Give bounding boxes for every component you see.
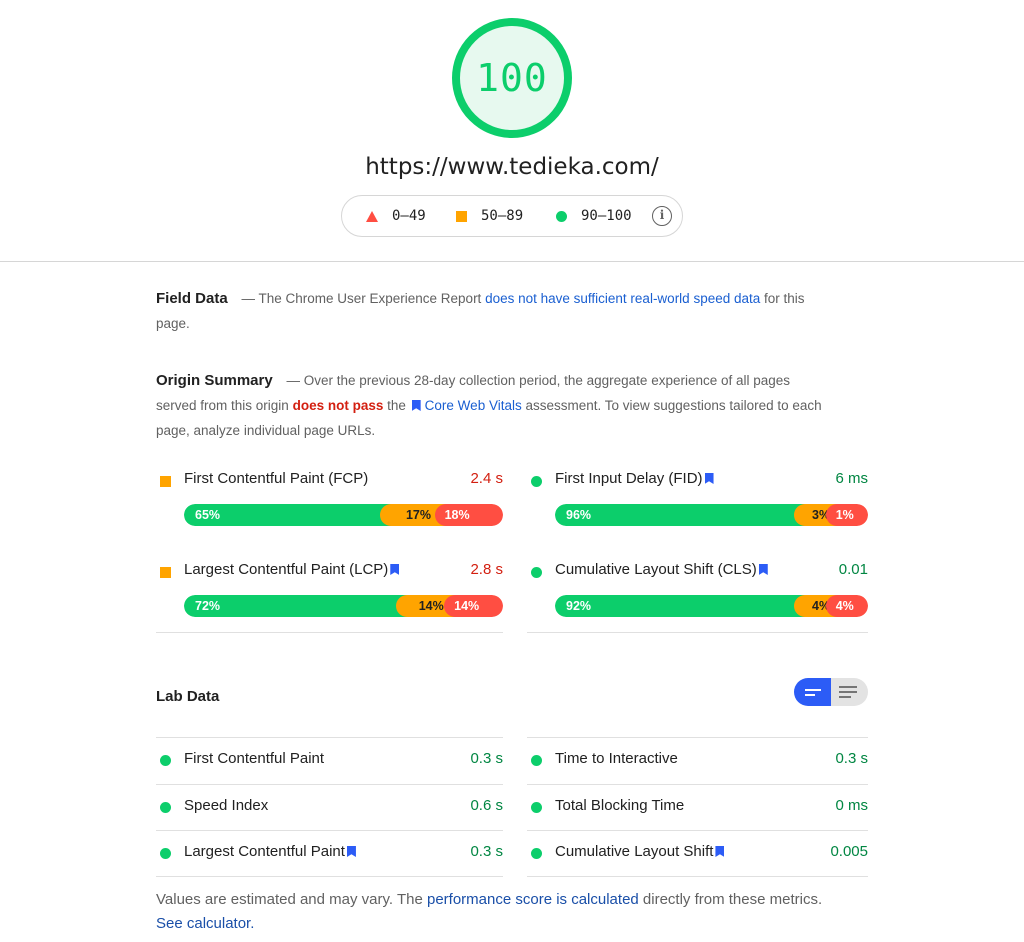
lab-metric-speed-index: Speed Index 0.6 s — [156, 784, 503, 830]
legend-fail: 0–49 — [366, 208, 426, 224]
metric-label: Largest Contentful Paint (LCP) — [184, 561, 403, 578]
metric-label: Cumulative Layout Shift (CLS) — [555, 561, 772, 578]
bookmark-icon — [390, 564, 400, 575]
circle-pass-icon — [160, 848, 171, 859]
metric-value: 0.3 s — [835, 750, 868, 767]
square-average-icon — [160, 567, 171, 578]
divider — [527, 876, 868, 877]
metric-label: Speed Index — [184, 797, 269, 814]
metric-label: First Input Delay (FID) — [555, 470, 718, 487]
core-web-vitals-label: Core Web Vitals — [424, 398, 522, 413]
distribution-poor: 4% — [825, 595, 868, 617]
lab-metric-tti: Time to Interactive 0.3 s — [527, 737, 868, 783]
legend-pass: 90–100 — [556, 208, 632, 224]
performance-score-link[interactable]: performance score is calculated — [427, 891, 639, 908]
performance-score-gauge: 100 — [452, 18, 572, 138]
field-data-section: Field Data — The Chrome User Experience … — [156, 286, 826, 336]
origin-summary-dash: — — [286, 373, 300, 388]
performance-score: 100 — [476, 56, 548, 100]
footnote-text: Values are estimated and may vary. The — [156, 891, 423, 908]
metric-value: 2.4 s — [470, 470, 503, 487]
lab-metric-lcp: Largest Contentful Paint 0.3 s — [156, 830, 503, 876]
metric-value: 0.005 — [830, 843, 868, 860]
square-average-icon — [160, 476, 171, 487]
metric-value: 6 ms — [835, 470, 868, 487]
footnote-text2: directly from these metrics. — [642, 891, 823, 908]
lab-data-title: Lab Data — [156, 688, 220, 705]
origin-metric-fid: First Input Delay (FID) 6 ms 96% 3% 1% — [527, 459, 868, 550]
legend-average-label: 50–89 — [481, 208, 524, 224]
metric-label: Largest Contentful Paint — [184, 843, 360, 860]
field-data-link[interactable]: does not have sufficient real-world spee… — [485, 291, 760, 306]
distribution-poor: 18% — [434, 504, 503, 526]
metric-label: Time to Interactive — [555, 750, 678, 767]
distribution-bar: 96% 3% 1% — [555, 504, 868, 526]
circle-pass-icon — [531, 802, 542, 813]
metric-label: First Contentful Paint (FCP) — [184, 470, 369, 487]
metric-label: First Contentful Paint — [184, 750, 325, 767]
circle-pass-icon — [531, 476, 542, 487]
score-scale-legend: 0–49 50–89 90–100 i — [341, 195, 683, 237]
metric-value: 2.8 s — [470, 561, 503, 578]
field-data-dash: — — [241, 291, 255, 306]
distribution-good: 92% — [555, 595, 806, 617]
lab-data-footnote: Values are estimated and may vary. The p… — [156, 888, 836, 936]
field-data-title: Field Data — [156, 290, 228, 307]
legend-average: 50–89 — [456, 208, 523, 224]
expanded-view-icon[interactable] — [831, 678, 868, 706]
distribution-bar: 72% 14% 14% — [184, 595, 503, 617]
circle-pass-icon — [531, 567, 542, 578]
origin-summary-section: Origin Summary — Over the previous 28-da… — [156, 368, 826, 443]
circle-pass-icon — [160, 755, 171, 766]
circle-pass-icon — [531, 848, 542, 859]
core-web-vitals-link[interactable]: Core Web Vitals — [410, 398, 522, 413]
distribution-bar: 65% 17% 18% — [184, 504, 503, 526]
bookmark-icon — [715, 846, 725, 857]
metric-value: 0 ms — [835, 797, 868, 814]
tested-url: https://www.tedieka.com/ — [365, 154, 659, 180]
origin-metric-fcp: First Contentful Paint (FCP) 2.4 s 65% 1… — [156, 459, 503, 550]
bookmark-icon — [346, 846, 356, 857]
divider — [527, 632, 868, 633]
triangle-fail-icon — [366, 210, 378, 222]
distribution-good: 96% — [555, 504, 806, 526]
square-average-icon — [456, 210, 467, 222]
legend-pass-label: 90–100 — [581, 208, 632, 224]
bookmark-icon — [411, 400, 421, 411]
origin-metric-lcp: Largest Contentful Paint (LCP) 2.8 s 72%… — [156, 550, 503, 641]
metric-value: 0.01 — [838, 561, 868, 578]
divider — [156, 632, 503, 633]
distribution-good: 72% — [184, 595, 408, 617]
circle-pass-icon — [556, 210, 567, 222]
compact-view-icon[interactable] — [794, 678, 831, 706]
circle-pass-icon — [160, 802, 171, 813]
metric-value: 0.3 s — [470, 750, 503, 767]
circle-pass-icon — [531, 755, 542, 766]
origin-summary-title: Origin Summary — [156, 372, 273, 389]
info-icon[interactable]: i — [652, 206, 672, 226]
distribution-good: 65% — [184, 504, 392, 526]
bookmark-icon — [758, 564, 768, 575]
lab-metric-tbt: Total Blocking Time 0 ms — [527, 784, 868, 830]
origin-summary-text2: the — [387, 398, 406, 413]
field-data-text: The Chrome User Experience Report — [258, 291, 482, 306]
lab-metric-fcp: First Contentful Paint 0.3 s — [156, 737, 503, 783]
distribution-poor: 1% — [825, 504, 868, 526]
bookmark-icon — [704, 473, 714, 484]
distribution-bar: 92% 4% 4% — [555, 595, 868, 617]
lab-metric-cls: Cumulative Layout Shift 0.005 — [527, 830, 868, 876]
origin-summary-fail-text: does not pass — [292, 398, 384, 413]
metric-value: 0.3 s — [470, 843, 503, 860]
distribution-poor: 14% — [444, 595, 503, 617]
report-header: 100 https://www.tedieka.com/ 0–49 50–89 … — [0, 0, 1024, 262]
divider — [156, 876, 503, 877]
see-calculator-link[interactable]: See calculator. — [156, 915, 254, 932]
metric-value: 0.6 s — [470, 797, 503, 814]
legend-fail-label: 0–49 — [392, 208, 426, 224]
metric-label: Total Blocking Time — [555, 797, 685, 814]
view-toggle[interactable] — [794, 678, 868, 706]
origin-metric-cls: Cumulative Layout Shift (CLS) 0.01 92% 4… — [527, 550, 868, 641]
metric-label: Cumulative Layout Shift — [555, 843, 728, 860]
